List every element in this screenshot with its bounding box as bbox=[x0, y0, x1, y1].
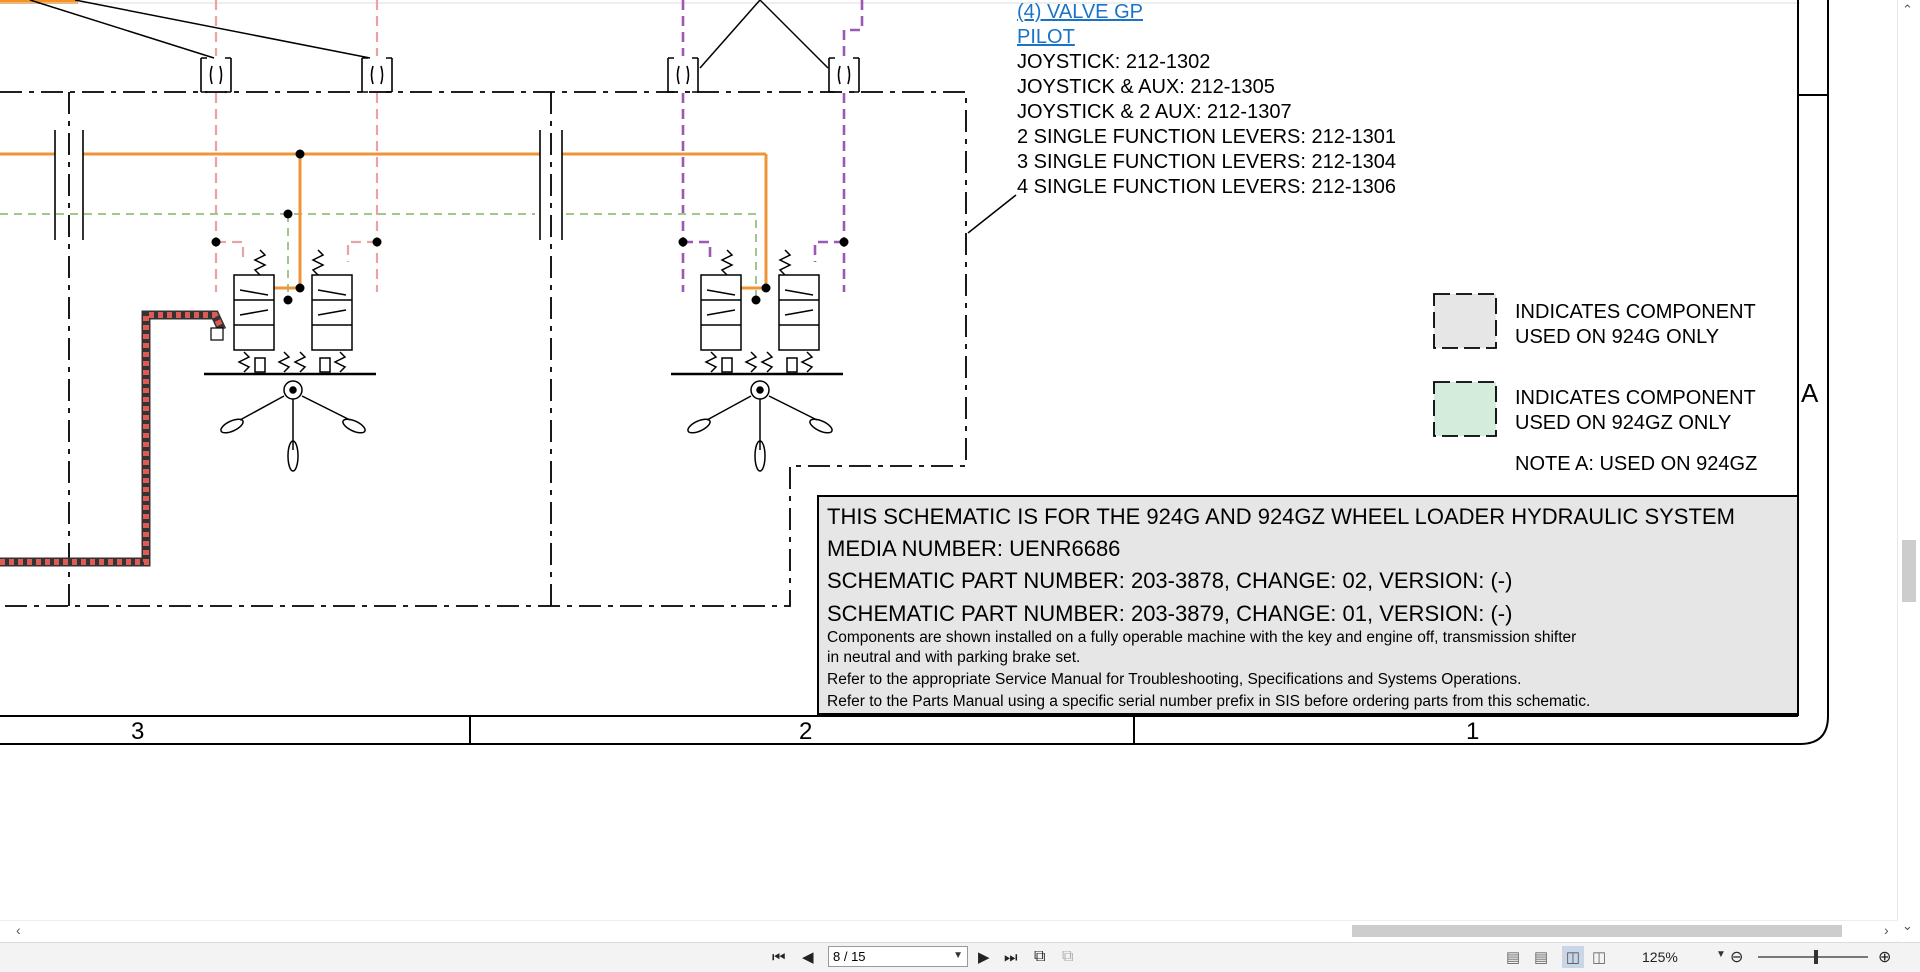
legend-green-swatch bbox=[1433, 381, 1497, 437]
last-page-icon[interactable]: ⏭ bbox=[1004, 946, 1018, 968]
single-page-icon[interactable]: ▤ bbox=[1506, 946, 1520, 968]
scroll-left-icon[interactable]: ‹ bbox=[16, 922, 21, 938]
harness-hose bbox=[0, 310, 227, 567]
info-title: THIS SCHEMATIC IS FOR THE 924G AND 924GZ… bbox=[827, 504, 1735, 529]
part-list-item: JOYSTICK & 2 AUX: 212-1307 bbox=[1017, 101, 1292, 123]
document-canvas: (4) VALVE GP PILOT JOYSTICK: 212-1302 JO… bbox=[0, 0, 1898, 920]
legend-gray-line1: INDICATES COMPONENT bbox=[1515, 301, 1756, 323]
vertical-scroll-thumb[interactable] bbox=[1902, 540, 1916, 602]
zoom-in-icon[interactable]: ⊕ bbox=[1878, 946, 1891, 968]
info-part-number-1: SCHEMATIC PART NUMBER: 203-3878, CHANGE:… bbox=[827, 568, 1512, 593]
legend-green-line2: USED ON 924GZ ONLY bbox=[1515, 412, 1731, 434]
previous-view-icon[interactable]: ⧉ bbox=[1034, 946, 1045, 968]
zoom-out-icon[interactable]: ⊖ bbox=[1730, 946, 1743, 968]
part-list-item: 3 SINGLE FUNCTION LEVERS: 212-1304 bbox=[1017, 151, 1396, 173]
continuous-page-icon[interactable]: ▤ bbox=[1534, 946, 1548, 968]
orifice-symbols bbox=[200, 57, 860, 93]
pilot-valve-left bbox=[204, 249, 376, 472]
scroll-right-icon[interactable]: › bbox=[1884, 922, 1889, 938]
legend: INDICATES COMPONENT USED ON 924G ONLY IN… bbox=[1433, 293, 1757, 475]
facing-pages-icon[interactable]: ◫ bbox=[1562, 946, 1584, 968]
purple-pilot-lines bbox=[681, 0, 864, 292]
valve-link-line2[interactable]: PILOT bbox=[1017, 26, 1075, 48]
legend-gray-line2: USED ON 924G ONLY bbox=[1515, 326, 1719, 348]
part-list-item: JOYSTICK: 212-1302 bbox=[1017, 51, 1210, 73]
legend-note: NOTE A: USED ON 924GZ bbox=[1515, 453, 1757, 475]
info-note-3: Refer to the appropriate Service Manual … bbox=[827, 671, 1521, 688]
page-number-input[interactable]: 8 / 15 ▼ bbox=[828, 946, 968, 967]
info-note-1: Components are shown installed on a full… bbox=[827, 629, 1576, 646]
top-connection-lines bbox=[29, 0, 829, 69]
info-note-2: in neutral and with parking brake set. bbox=[827, 649, 1080, 666]
previous-page-icon[interactable]: ◀ bbox=[802, 946, 814, 968]
zoom-level[interactable]: 125% bbox=[1642, 949, 1678, 965]
legend-gray-swatch bbox=[1433, 293, 1497, 349]
horizontal-scroll-thumb[interactable] bbox=[1352, 925, 1842, 937]
junction-dots bbox=[211, 149, 849, 305]
part-list: JOYSTICK: 212-1302 JOYSTICK & AUX: 212-1… bbox=[1017, 51, 1396, 198]
bottom-toolbar: ⏮ ◀ 8 / 15 ▼ ▶ ⏭ ⧉ ⧉ ▤ ▤ ◫ ◫ 125% ▼ ⊖ ⊕ bbox=[0, 942, 1920, 972]
page-indicator: 8 / 15 bbox=[833, 949, 866, 964]
zone-numbers: 3 2 1 bbox=[131, 718, 1479, 745]
hydraulic-schematic: (4) VALVE GP PILOT JOYSTICK: 212-1302 JO… bbox=[0, 0, 1829, 745]
info-part-number-2: SCHEMATIC PART NUMBER: 203-3879, CHANGE:… bbox=[827, 601, 1512, 626]
info-media-number: MEDIA NUMBER: UENR6686 bbox=[827, 536, 1120, 561]
zone-number-1: 1 bbox=[1466, 718, 1479, 745]
zone-number-3: 3 bbox=[131, 718, 144, 745]
first-page-icon[interactable]: ⏮ bbox=[772, 946, 786, 968]
scroll-up-icon[interactable]: ⌃ bbox=[1902, 2, 1913, 18]
info-note-4: Refer to the Parts Manual using a specif… bbox=[827, 693, 1590, 710]
leader-line bbox=[967, 194, 1017, 234]
part-list-item: 4 SINGLE FUNCTION LEVERS: 212-1306 bbox=[1017, 176, 1396, 198]
zoom-dropdown-icon[interactable]: ▼ bbox=[1716, 949, 1726, 960]
zoom-slider-handle[interactable] bbox=[1814, 950, 1818, 964]
zone-number-2: 2 bbox=[799, 718, 812, 745]
page-dropdown-icon[interactable]: ▼ bbox=[953, 950, 963, 961]
part-list-item: 2 SINGLE FUNCTION LEVERS: 212-1301 bbox=[1017, 126, 1396, 148]
vertical-scrollbar[interactable]: ⌃ ⌄ bbox=[1897, 0, 1920, 945]
zoom-slider[interactable] bbox=[1758, 950, 1868, 964]
pdf-viewer: (4) VALVE GP PILOT JOYSTICK: 212-1302 JO… bbox=[0, 0, 1920, 972]
part-list-item: JOYSTICK & AUX: 212-1305 bbox=[1017, 76, 1275, 98]
continuous-facing-icon[interactable]: ◫ bbox=[1592, 946, 1606, 968]
valve-link-line1[interactable]: (4) VALVE GP bbox=[1017, 1, 1143, 23]
next-view-icon[interactable]: ⧉ bbox=[1062, 946, 1073, 968]
orange-pressure-line bbox=[0, 152, 768, 290]
horizontal-scrollbar[interactable]: ‹ › bbox=[0, 920, 1898, 941]
legend-green-line1: INDICATES COMPONENT bbox=[1515, 387, 1756, 409]
zone-letter: A bbox=[1801, 378, 1819, 408]
scroll-down-icon[interactable]: ⌄ bbox=[1902, 918, 1913, 934]
next-page-icon[interactable]: ▶ bbox=[978, 946, 990, 968]
line-break-marks bbox=[54, 130, 563, 240]
